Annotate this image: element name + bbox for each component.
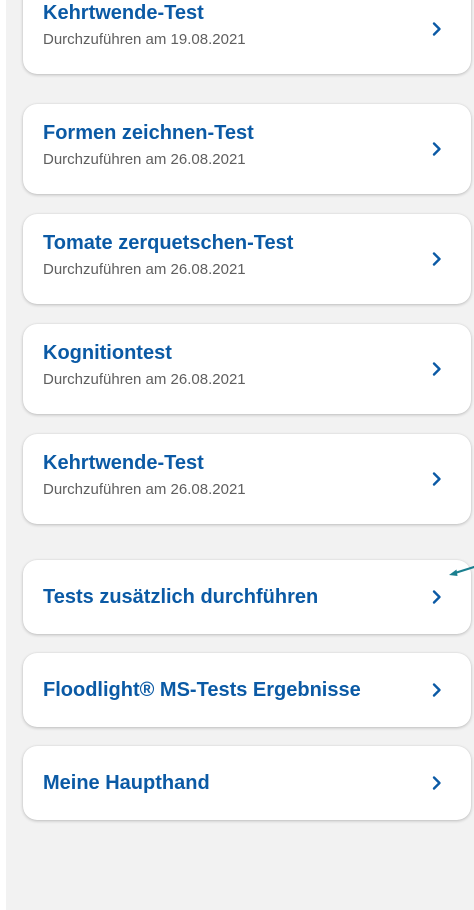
test-card-formen-zeichnen[interactable]: Formen zeichnen-Test Durchzuführen am 26…	[23, 104, 471, 194]
chevron-right-icon	[429, 775, 445, 791]
chevron-right-icon	[429, 589, 445, 605]
chevron-right-icon	[429, 361, 445, 377]
test-card-kehrtwende-1[interactable]: Kehrtwende-Test Durchzuführen am 19.08.2…	[23, 0, 471, 74]
tests-additional-button[interactable]: Tests zusätzlich durchführen	[23, 560, 471, 634]
test-card-date: Durchzuführen am 26.08.2021	[43, 481, 246, 498]
test-card-kognitiontest[interactable]: Kognitiontest Durchzuführen am 26.08.202…	[23, 324, 471, 414]
test-card-kehrtwende-2[interactable]: Kehrtwende-Test Durchzuführen am 26.08.2…	[23, 434, 471, 524]
chevron-right-icon	[429, 251, 445, 267]
arrow-pointer-icon	[446, 560, 474, 582]
action-card-title: Floodlight® MS-Tests Ergebnisse	[43, 679, 361, 701]
dominant-hand-button[interactable]: Meine Haupthand	[23, 746, 471, 820]
test-card-title: Kehrtwende-Test	[43, 452, 204, 474]
test-card-title: Kehrtwende-Test	[43, 2, 204, 24]
screen: Kehrtwende-Test Durchzuführen am 19.08.2…	[6, 0, 474, 910]
test-card-title: Kognitiontest	[43, 342, 172, 364]
chevron-right-icon	[429, 141, 445, 157]
test-card-title: Tomate zerquetschen-Test	[43, 232, 294, 254]
chevron-right-icon	[429, 682, 445, 698]
test-card-date: Durchzuführen am 26.08.2021	[43, 151, 246, 168]
test-card-date: Durchzuführen am 19.08.2021	[43, 31, 246, 48]
floodlight-results-button[interactable]: Floodlight® MS-Tests Ergebnisse	[23, 653, 471, 727]
test-card-date: Durchzuführen am 26.08.2021	[43, 371, 246, 388]
action-card-title: Meine Haupthand	[43, 772, 210, 794]
test-card-date: Durchzuführen am 26.08.2021	[43, 261, 246, 278]
chevron-right-icon	[429, 471, 445, 487]
action-card-title: Tests zusätzlich durchführen	[43, 586, 319, 608]
chevron-right-icon	[429, 21, 445, 37]
test-card-tomate-zerquetschen[interactable]: Tomate zerquetschen-Test Durchzuführen a…	[23, 214, 471, 304]
test-card-title: Formen zeichnen-Test	[43, 122, 254, 144]
